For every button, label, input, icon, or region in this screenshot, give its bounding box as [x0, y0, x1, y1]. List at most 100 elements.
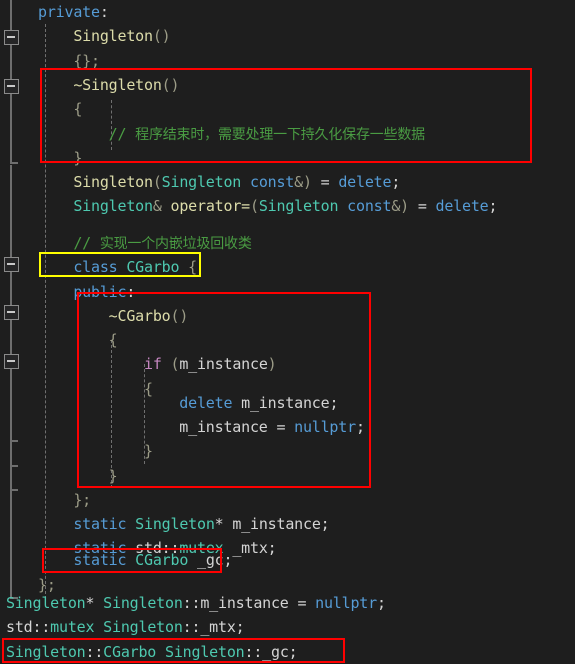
variable-m-instance: m_instance: [200, 594, 289, 612]
function-singleton-ctor: Singleton: [73, 27, 153, 45]
rparen: ): [400, 197, 409, 215]
code-line-2[interactable]: Singleton(): [0, 24, 170, 48]
code-line-6[interactable]: // 程序结束时，需要处理一下持久化保存一些数据: [0, 122, 426, 146]
code-line-16[interactable]: if (m_instance): [0, 352, 277, 376]
parens: (): [161, 76, 180, 94]
keyword-public: public: [73, 283, 127, 301]
keyword-nullptr: nullptr: [315, 594, 377, 612]
keyword-const: const: [347, 197, 392, 215]
type-cgarbo: CGarbo: [135, 551, 189, 569]
scope-operator: ::: [182, 618, 201, 636]
variable-m-instance: m_instance: [241, 394, 330, 412]
code-line-4[interactable]: ~Singleton(): [0, 73, 179, 97]
type-singleton: Singleton: [165, 643, 245, 661]
ampersand: &: [294, 173, 303, 191]
keyword-private: private: [38, 3, 100, 21]
function-assignment-operator: operator=: [170, 197, 251, 215]
empty-body-braces: {};: [73, 52, 100, 70]
type-singleton: Singleton: [258, 197, 339, 215]
semicolon: ;: [223, 551, 233, 569]
rparen: ): [302, 173, 312, 191]
keyword-const: const: [249, 173, 295, 191]
variable-mtx: _mtx: [200, 618, 236, 636]
type-singleton: Singleton: [135, 515, 215, 533]
comment-text-persist-data: 程序结束时，需要处理一下持久化保存一些数据: [135, 127, 425, 143]
type-singleton: Singleton: [103, 594, 183, 612]
code-line-9[interactable]: Singleton& operator=(Singleton const&) =…: [0, 194, 497, 218]
code-line-28[interactable]: std::mutex Singleton::_mtx;: [0, 615, 245, 639]
code-line-12[interactable]: class CGarbo {: [0, 255, 197, 279]
assign-operator: =: [311, 173, 339, 191]
semicolon: ;: [235, 618, 245, 636]
type-singleton: Singleton: [6, 643, 86, 661]
type-mutex: mutex: [50, 618, 95, 636]
variable-m-instance: m_instance: [232, 515, 321, 533]
code-line-19[interactable]: m_instance = nullptr;: [0, 415, 365, 439]
semicolon: ;: [329, 394, 339, 412]
code-line-18[interactable]: delete m_instance;: [0, 391, 338, 415]
code-line-22[interactable]: };: [0, 488, 91, 512]
keyword-static: static: [73, 515, 127, 533]
comment-slashes: //: [73, 234, 100, 252]
code-line-3[interactable]: {};: [0, 49, 100, 73]
variable-gc: _gc: [262, 643, 289, 661]
code-line-29[interactable]: Singleton::CGarbo Singleton::_gc;: [0, 640, 298, 664]
type-cgarbo: CGarbo: [126, 258, 180, 276]
semicolon: ;: [488, 197, 498, 215]
lparen: (: [152, 173, 162, 191]
keyword-if: if: [143, 355, 162, 373]
semicolon: ;: [288, 643, 298, 661]
comment-text-garbage-collector: 实现一个内嵌垃圾回收类: [99, 236, 252, 252]
type-singleton: Singleton: [73, 197, 153, 215]
code-line-8[interactable]: Singleton(Singleton const&) = delete;: [0, 170, 400, 194]
semicolon: ;: [320, 515, 330, 533]
rparen: ): [267, 355, 277, 373]
parens: (): [170, 307, 189, 325]
type-singleton: Singleton: [161, 173, 242, 191]
code-line-11[interactable]: // 实现一个内嵌垃圾回收类: [0, 231, 252, 255]
code-line-25[interactable]: static CGarbo _gc;: [0, 548, 232, 572]
function-copy-ctor: Singleton: [73, 173, 153, 191]
ampersand: &: [152, 197, 162, 215]
open-brace: {: [73, 100, 83, 118]
pointer-star: *: [85, 594, 95, 612]
colon: :: [126, 283, 136, 301]
open-brace: {: [188, 258, 198, 276]
variable-mtx: _mtx: [232, 539, 268, 557]
code-line-23[interactable]: static Singleton* m_instance;: [0, 512, 330, 536]
tilde-operator: ~: [73, 76, 83, 94]
comment-slashes: //: [108, 125, 136, 143]
variable-m-instance: m_instance: [179, 355, 268, 373]
code-line-27[interactable]: Singleton* Singleton::m_instance = nullp…: [0, 591, 386, 615]
keyword-static: static: [73, 551, 127, 569]
code-line-21[interactable]: }: [0, 464, 118, 488]
keyword-nullptr: nullptr: [294, 418, 356, 436]
assign-operator: =: [267, 418, 295, 436]
keyword-delete: delete: [338, 173, 392, 191]
colon: :: [99, 3, 109, 21]
code-line-1[interactable]: private:: [0, 0, 109, 24]
open-brace: {: [108, 331, 118, 349]
namespace-std: std: [6, 618, 33, 636]
semicolon: ;: [267, 539, 277, 557]
code-editor[interactable]: private: Singleton() {}; ~Singleton() { …: [0, 0, 575, 664]
assign-operator: =: [409, 197, 436, 215]
semicolon: ;: [355, 418, 365, 436]
assign-operator: =: [288, 594, 316, 612]
code-line-5[interactable]: {: [0, 97, 82, 121]
function-cgarbo-dtor: CGarbo: [117, 307, 171, 325]
variable-gc: _gc: [197, 551, 224, 569]
type-cgarbo: CGarbo: [103, 643, 157, 661]
code-line-14[interactable]: ~CGarbo(): [0, 304, 189, 328]
code-line-20[interactable]: }: [0, 439, 153, 463]
type-singleton: Singleton: [103, 618, 183, 636]
code-line-7[interactable]: }: [0, 146, 82, 170]
code-line-15[interactable]: {: [0, 328, 118, 352]
keyword-class: class: [73, 258, 118, 276]
code-text-area[interactable]: private: Singleton() {}; ~Singleton() { …: [0, 0, 575, 664]
code-line-13[interactable]: public:: [0, 280, 135, 304]
semicolon: ;: [391, 173, 401, 191]
